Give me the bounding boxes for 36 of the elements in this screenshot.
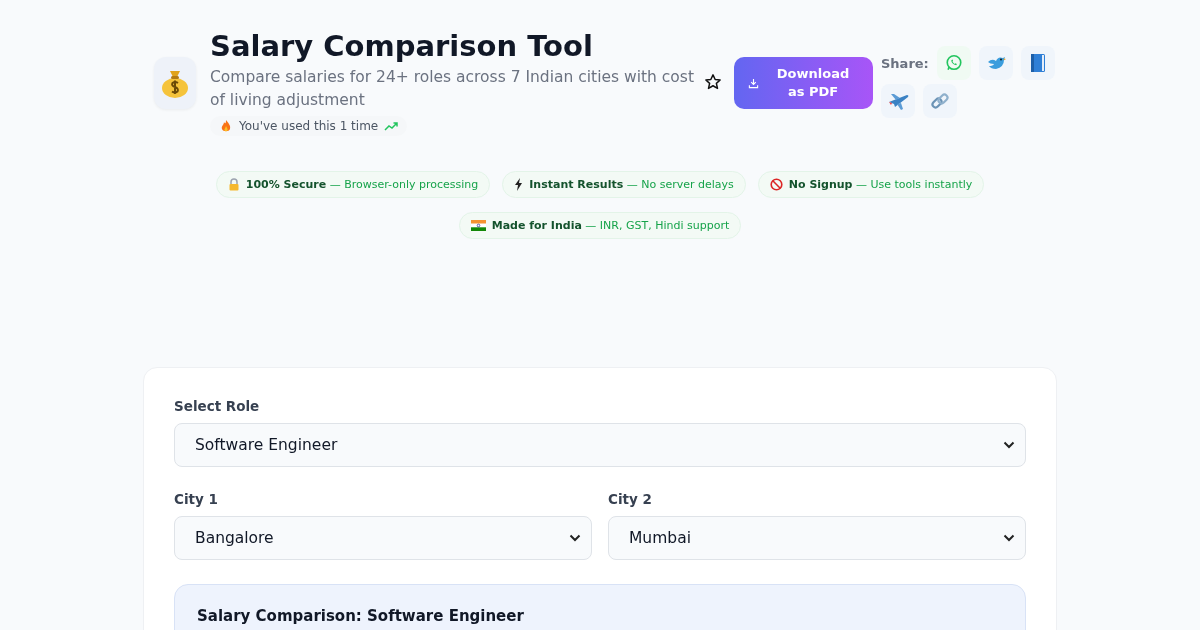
chat-phone-icon (944, 54, 963, 72)
chevron-down-icon (569, 534, 581, 542)
chevron-down-icon (1003, 441, 1015, 449)
lock-icon (227, 178, 240, 191)
result-title: Salary Comparison: Software Engineer (197, 607, 525, 625)
page-subtitle: Compare salaries for 24+ roles across 7 Indian cities with cost of living adjustment (210, 67, 694, 111)
flag-icon (470, 220, 486, 231)
share-bird-button[interactable] (978, 46, 1013, 80)
page-title: Salary Comparison Tool (210, 28, 594, 64)
field-label: City 1 (174, 491, 219, 507)
role-select[interactable]: Software Engineer (174, 423, 1026, 467)
book-icon (1029, 53, 1046, 73)
share-plane-button[interactable] (881, 84, 915, 118)
no-entry-icon (769, 178, 783, 191)
airplane-icon (887, 91, 909, 111)
download-icon (748, 77, 759, 89)
badge-text: Instant Results — No server delays (529, 178, 734, 191)
city-select[interactable]: Mumbai (608, 516, 1026, 560)
money-bag-icon (154, 57, 196, 109)
flame-icon (219, 119, 233, 133)
trend-up-icon (384, 121, 399, 131)
badge-text: Made for India — INR, GST, Hindi support (491, 219, 730, 232)
usage-text: You've used this 1 time (239, 119, 379, 133)
field-label: City 2 (608, 491, 653, 507)
field-label: Select Role (174, 398, 261, 414)
share-whatsapp-button[interactable] (936, 46, 971, 80)
share-book-button[interactable] (1020, 46, 1055, 80)
download-pdf-button[interactable]: Download as PDF (734, 57, 873, 109)
badge-text: 100% Secure — Browser-only processing (245, 178, 479, 191)
badge-text: No Signup — Use tools instantly (788, 178, 973, 191)
lightning-icon (514, 178, 524, 191)
chevron-down-icon (1003, 534, 1015, 542)
city-select[interactable]: Bangalore (174, 516, 592, 560)
share-link-button[interactable] (923, 84, 957, 118)
link-icon (930, 91, 950, 111)
share-label: Share: (881, 55, 929, 71)
